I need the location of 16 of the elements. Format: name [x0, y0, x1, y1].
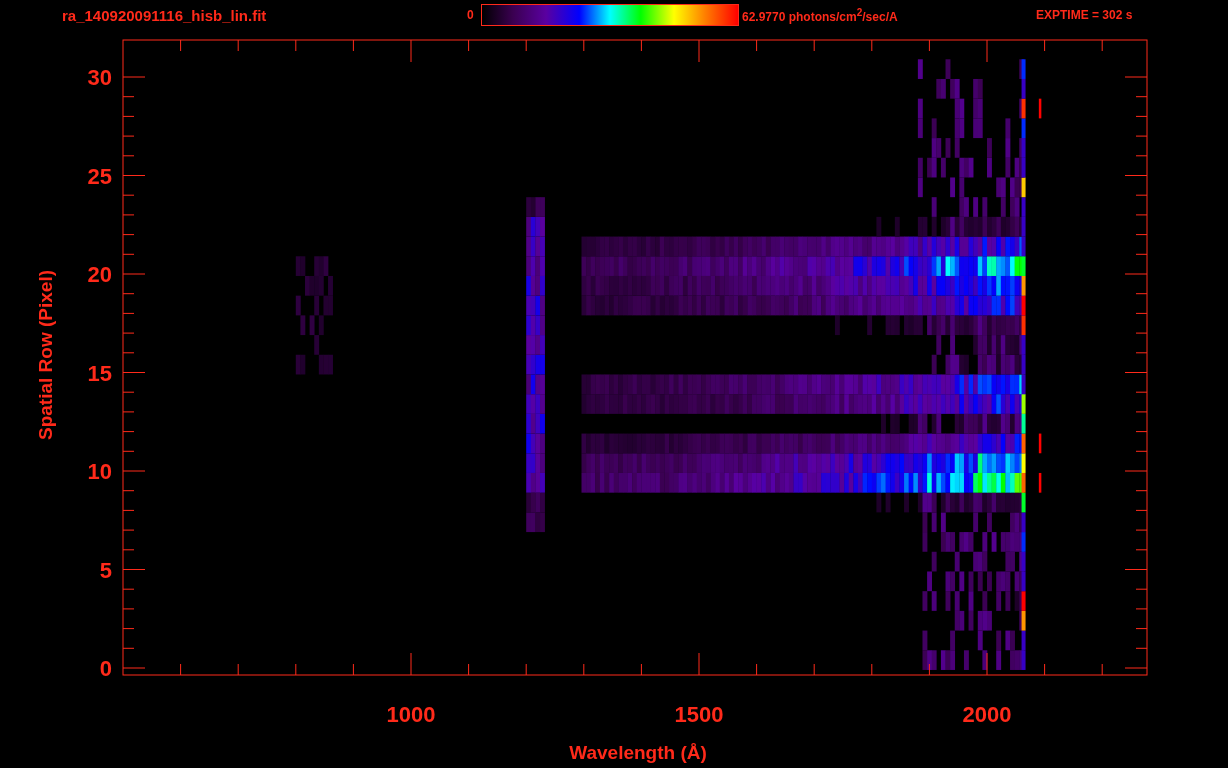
x-axis-label: Wavelength (Å): [569, 742, 707, 763]
file-title: ra_140920091116_hisb_lin.fit: [62, 6, 268, 24]
y-tick-label: 25: [87, 163, 112, 189]
y-tick-label: 20: [87, 262, 112, 287]
x-tick-label: 2000: [962, 702, 1012, 727]
y-tick-label: 30: [87, 65, 112, 90]
x-tick-label: 1000: [386, 702, 436, 727]
y-tick-label: 5: [99, 557, 112, 583]
y-axis-label: Spatial Row (Pixel): [35, 270, 56, 440]
y-tick-label: 15: [87, 360, 112, 386]
y-tick-label: 0: [99, 656, 112, 681]
scale-min-label: 0: [467, 8, 475, 22]
y-tick-label: 10: [87, 459, 112, 484]
x-tick-label: 1500: [674, 702, 724, 727]
scale-max-label: 62.9770 photons/cm$^{2}$/sec/A: [742, 6, 899, 24]
exposure-time: EXPTIME = 302 s: [1036, 8, 1133, 22]
